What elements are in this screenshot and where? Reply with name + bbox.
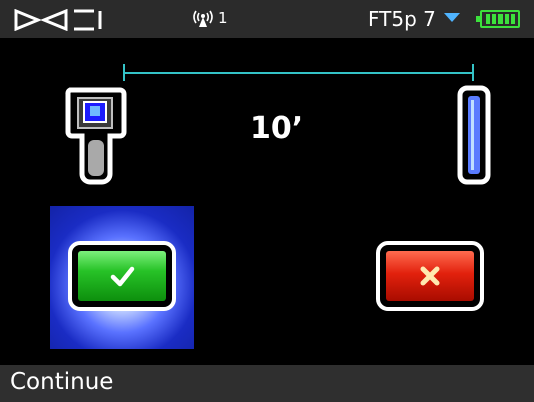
- reject-button[interactable]: [376, 241, 484, 311]
- checkmark-icon: [110, 266, 135, 287]
- reject-button-face: [386, 251, 474, 301]
- antenna-icon: [193, 10, 213, 27]
- footer-bar: Continue: [0, 365, 534, 402]
- accept-button[interactable]: [68, 241, 176, 311]
- channel-number: 1: [218, 9, 228, 27]
- x-icon: [420, 266, 440, 286]
- frequency-label: FT5p 7: [368, 7, 436, 31]
- brand-logo: [14, 9, 102, 31]
- continue-label: Continue: [10, 369, 114, 395]
- status-bar: 1 FT5p 7: [0, 0, 534, 38]
- accept-button-face: [78, 251, 166, 301]
- locator-icon: [65, 87, 127, 185]
- dimension-tick-right: [472, 64, 474, 81]
- battery-full-icon: [476, 10, 520, 28]
- telemetry-channel: 1: [190, 8, 228, 28]
- transmitter-icon: [457, 85, 491, 185]
- distance-dimension-line: [124, 72, 474, 74]
- distance-value: 10’: [250, 111, 304, 146]
- triangle-down-icon: [444, 13, 460, 22]
- device-screen: 1 FT5p 7 10’ Continue: [0, 0, 534, 402]
